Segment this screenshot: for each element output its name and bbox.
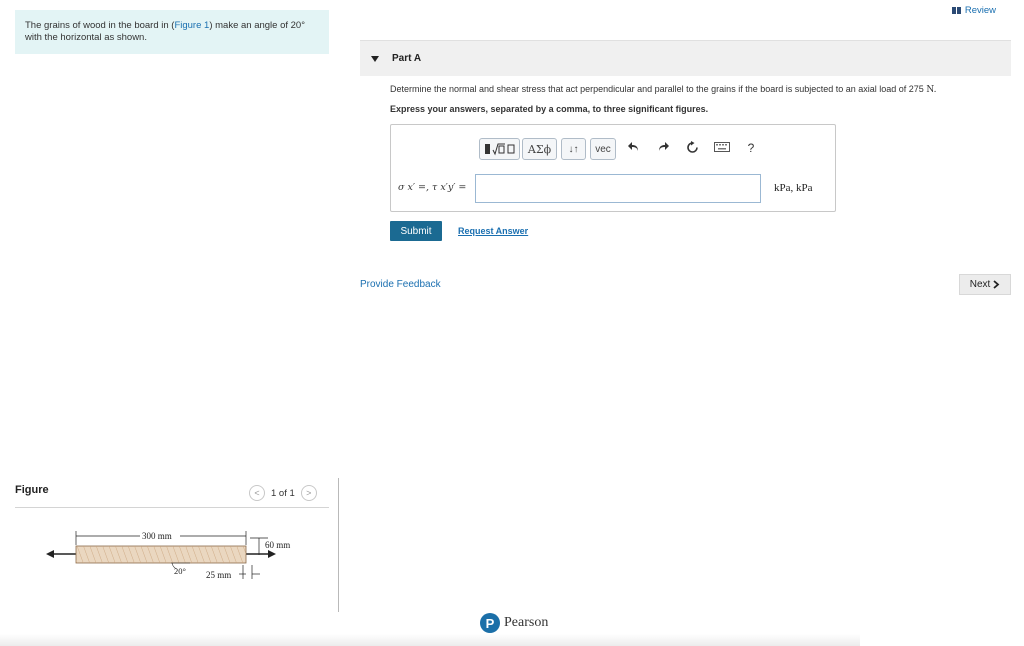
collapse-triangle-icon[interactable]	[371, 56, 379, 62]
redo-icon[interactable]	[656, 141, 670, 156]
answer-input[interactable]	[475, 174, 761, 203]
vector-button[interactable]: vec	[590, 138, 616, 160]
keyboard-icon[interactable]	[713, 141, 731, 155]
board-diagram: 300 mm 60 mm 20° 25 mm	[46, 531, 290, 580]
question-unit: N.	[926, 85, 937, 95]
answer-instruction: Express your answers, separated by a com…	[390, 104, 709, 114]
intro-text-before: The grains of wood in the board in (	[25, 20, 175, 31]
submit-button[interactable]: Submit	[390, 221, 442, 241]
next-button[interactable]: Next	[959, 274, 1011, 295]
answer-units: kPa, kPa	[774, 182, 813, 194]
chevron-left-icon[interactable]: <	[249, 485, 265, 501]
request-answer-link[interactable]: Request Answer	[458, 226, 528, 236]
dim-length-label: 300 mm	[142, 531, 172, 541]
chevron-right-icon[interactable]: >	[300, 485, 317, 501]
undo-icon[interactable]	[627, 141, 641, 156]
dim-thickness-label: 25 mm	[206, 570, 231, 580]
pearson-brand: Pearson	[504, 615, 549, 630]
pearson-p-icon: P	[480, 613, 500, 633]
greek-symbols-button[interactable]: ΑΣϕ	[522, 138, 557, 160]
part-a-header[interactable]	[360, 40, 1011, 76]
part-title: Part A	[392, 53, 422, 64]
arrows-button[interactable]: ↓↑	[561, 138, 586, 160]
bottom-shadow	[0, 634, 860, 646]
review-icon	[951, 7, 961, 14]
review-link[interactable]: Review	[951, 5, 996, 16]
help-button[interactable]: ?	[744, 141, 758, 155]
templates-button[interactable]	[479, 138, 520, 160]
figure-title: Figure	[15, 484, 49, 496]
figure-divider	[15, 507, 329, 508]
answer-variables-label: σ x′ =, τ x′y′ =	[398, 182, 467, 193]
question-text: Determine the normal and shear stress th…	[390, 84, 937, 95]
question-body: Determine the normal and shear stress th…	[390, 84, 924, 94]
pager-text: 1 of 1	[271, 487, 295, 499]
provide-feedback-link[interactable]: Provide Feedback	[360, 279, 441, 290]
reset-icon[interactable]	[685, 141, 699, 157]
column-divider	[338, 478, 339, 612]
dim-height-label: 60 mm	[265, 540, 290, 550]
review-label: Review	[964, 5, 996, 16]
problem-intro: The grains of wood in the board in (Figu…	[15, 10, 329, 54]
fraction-sqrt-template-icon	[484, 143, 514, 156]
angle-label: 20°	[174, 566, 186, 576]
figure-link[interactable]: Figure 1	[174, 20, 209, 31]
next-label: Next	[969, 279, 991, 290]
chevron-right-icon	[993, 280, 1000, 289]
figure-pager: < 1 of 1 >	[249, 485, 317, 501]
pearson-logo: P Pearson	[480, 613, 548, 633]
